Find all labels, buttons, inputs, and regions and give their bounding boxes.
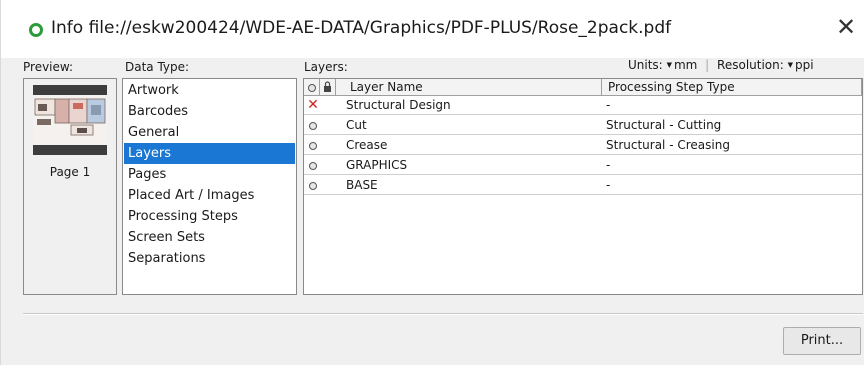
data-type-item-separations[interactable]: Separations: [124, 248, 295, 269]
visibility-column-header[interactable]: [304, 79, 320, 96]
layer-name: BASE: [346, 178, 378, 192]
window-title: Info file://eskw200424/WDE-AE-DATA/Graph…: [51, 18, 672, 38]
visible-icon[interactable]: [306, 156, 320, 175]
processing-step: Structural - Creasing: [606, 138, 730, 152]
data-type-list: Artwork Barcodes General Layers Pages Pl…: [122, 78, 297, 295]
data-type-item-layers[interactable]: Layers: [124, 143, 295, 164]
table-row[interactable]: ✕ Structural Design -: [304, 96, 862, 115]
data-type-item-barcodes[interactable]: Barcodes: [124, 101, 295, 122]
page-label: Page 1: [49, 165, 91, 179]
processing-step-column-header[interactable]: Processing Step Type: [602, 79, 862, 96]
layer-name: GRAPHICS: [346, 158, 408, 172]
units-resolution-bar: Units: ▼ mm | Resolution: ▼ ppi: [628, 58, 814, 72]
title-bar: Info file://eskw200424/WDE-AE-DATA/Graph…: [1, 0, 864, 58]
layer-name: Structural Design: [346, 98, 451, 112]
lock-icon: [324, 81, 331, 92]
processing-step: -: [606, 98, 611, 112]
layer-name: Cut: [346, 118, 367, 132]
data-type-item-general[interactable]: General: [124, 122, 295, 143]
resolution-dropdown[interactable]: ▼ ppi: [788, 58, 814, 72]
data-type-item-placed-art[interactable]: Placed Art / Images: [124, 185, 295, 206]
resolution-value: ppi: [795, 58, 814, 72]
visible-icon[interactable]: [306, 116, 320, 135]
processing-step: -: [606, 178, 611, 192]
visible-icon[interactable]: [306, 176, 320, 195]
separator: |: [705, 58, 710, 72]
preview-label: Preview:: [23, 60, 74, 74]
data-type-item-screen-sets[interactable]: Screen Sets: [124, 227, 295, 248]
data-type-item-pages[interactable]: Pages: [124, 164, 295, 185]
data-type-item-artwork[interactable]: Artwork: [124, 80, 295, 101]
status-circle-icon: [29, 23, 43, 37]
dropdown-arrow-icon: ▼: [666, 61, 672, 69]
table-row[interactable]: GRAPHICS -: [304, 156, 862, 175]
layers-label: Layers:: [304, 60, 348, 74]
processing-step: Structural - Cutting: [606, 118, 722, 132]
layers-table: Layer Name Processing Step Type ✕ Struct…: [303, 78, 863, 295]
visible-icon[interactable]: [306, 136, 320, 155]
close-button[interactable]: ✕: [831, 12, 861, 42]
print-button[interactable]: Print...: [783, 327, 861, 355]
units-dropdown[interactable]: ▼ mm: [667, 58, 698, 72]
table-row[interactable]: Cut Structural - Cutting: [304, 116, 862, 135]
footer-divider: [23, 313, 863, 315]
dropdown-arrow-icon: ▼: [787, 61, 794, 69]
resolution-label: Resolution:: [717, 58, 784, 72]
units-value: mm: [673, 58, 698, 72]
data-type-item-processing-steps[interactable]: Processing Steps: [124, 206, 295, 227]
page-thumbnail[interactable]: [33, 85, 107, 155]
visibility-icon: [307, 84, 316, 92]
preview-panel: Page 1: [23, 78, 117, 295]
hidden-x-icon[interactable]: ✕: [306, 96, 320, 115]
layer-name: Crease: [346, 138, 388, 152]
table-row[interactable]: BASE -: [304, 176, 862, 195]
info-dialog: Info file://eskw200424/WDE-AE-DATA/Graph…: [0, 0, 864, 365]
processing-step: -: [606, 158, 611, 172]
data-type-label: Data Type:: [125, 60, 190, 74]
units-label: Units:: [628, 58, 663, 72]
lock-column-header[interactable]: [320, 79, 336, 96]
layer-name-column-header[interactable]: Layer Name: [336, 79, 602, 96]
table-row[interactable]: Crease Structural - Creasing: [304, 136, 862, 155]
